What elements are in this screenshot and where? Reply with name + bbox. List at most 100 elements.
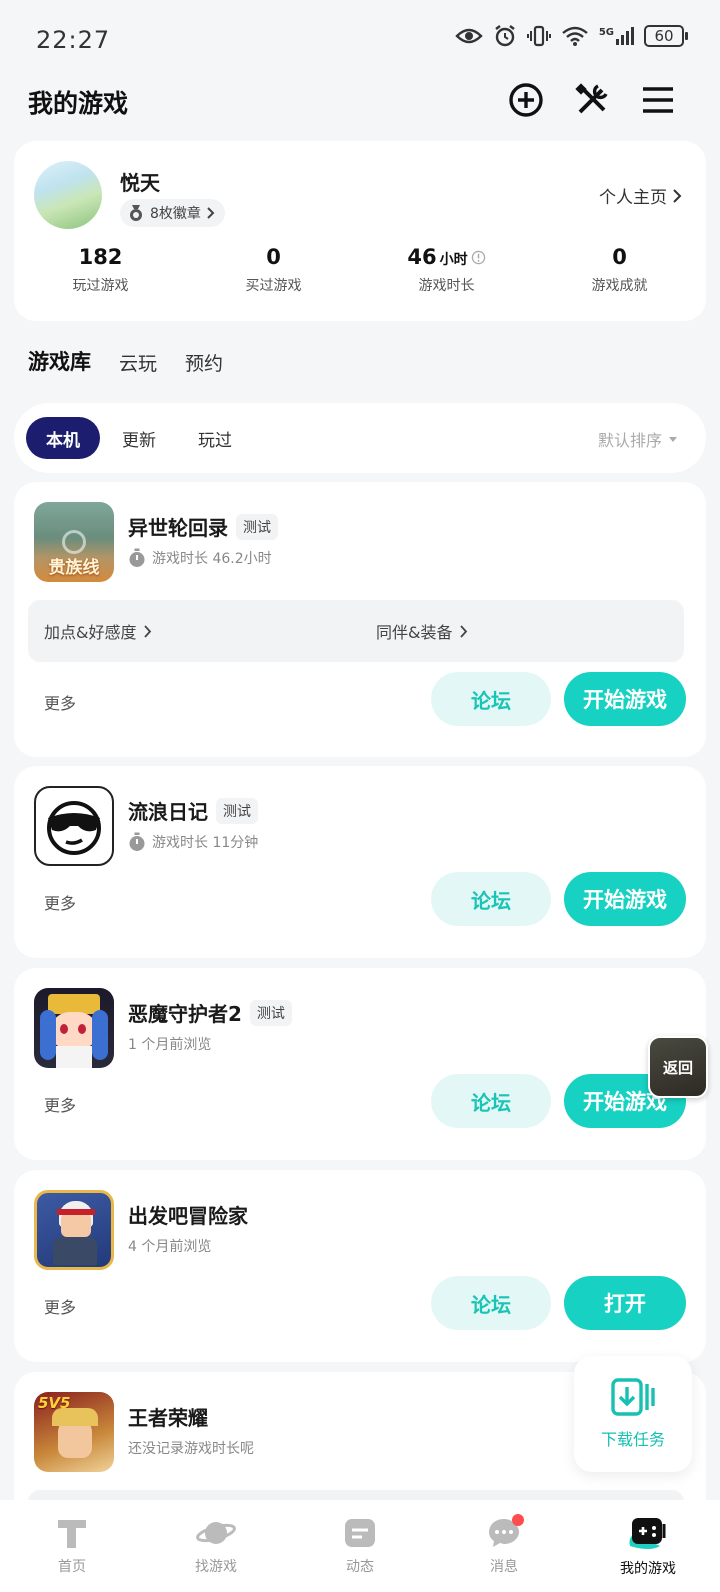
stat-value: 182 [78, 245, 123, 269]
game-icon[interactable] [34, 786, 114, 866]
caret-down-icon [669, 436, 677, 442]
test-tag: 测试 [216, 797, 258, 824]
game-title[interactable]: 出发吧冒险家 [128, 1200, 248, 1229]
start-game-button[interactable]: 开始游戏 [564, 672, 686, 726]
alarm-icon [495, 25, 515, 47]
more-button[interactable]: 更多 [44, 690, 76, 714]
more-button[interactable]: 更多 [44, 890, 76, 914]
nav-feed[interactable]: 动态 [288, 1500, 432, 1592]
game-card: 出发吧冒险家 4 个月前浏览 更多 论坛 打开 [14, 1170, 706, 1362]
library-tabs: 游戏库 云玩 预约 [28, 346, 223, 380]
game-icon[interactable]: 贵族线 [34, 502, 114, 582]
chevron-right-icon [144, 624, 152, 638]
game-title[interactable]: 流浪日记 测试 [128, 796, 258, 825]
game-title[interactable]: 王者荣耀 [128, 1402, 208, 1431]
download-tasks-label: 下载任务 [600, 1430, 665, 1449]
game-name: 流浪日记 [128, 800, 208, 824]
stat-unit: 小时 [439, 252, 468, 268]
home-icon [58, 1520, 86, 1548]
game-playtime: 游戏时长 46.2小时 [152, 551, 272, 567]
tools-button[interactable] [572, 80, 612, 120]
filter-bar: 本机 更新 玩过 默认排序 [14, 403, 706, 473]
stopwatch-icon [129, 832, 145, 851]
tools-icon [575, 83, 608, 114]
shortcut-companions[interactable]: 同伴&装备 [352, 600, 684, 662]
game-icon-text: 贵族线 [48, 558, 100, 578]
game-name: 异世轮回录 [128, 516, 228, 540]
stat-bought[interactable]: 0 买过游戏 [187, 245, 360, 295]
game-card: 恶魔守护者2 测试 1 个月前浏览 更多 论坛 开始游戏 [14, 968, 706, 1160]
app-root: 22:27 5G 60 我的游戏 悦天 8枚徽章 个人主页 182 玩过游戏 0… [0, 0, 720, 1592]
status-icons: 5G 60 [455, 24, 688, 48]
add-button[interactable] [506, 80, 546, 120]
chevron-right-icon [460, 624, 468, 638]
forum-button[interactable]: 论坛 [431, 672, 551, 726]
game-icon[interactable] [34, 1190, 114, 1270]
sort-label: 默认排序 [597, 431, 662, 450]
test-tag: 测试 [236, 513, 278, 540]
return-float-button[interactable]: 返回 [648, 1036, 708, 1098]
chevron-right-icon [673, 188, 682, 203]
nav-find-games[interactable]: 找游戏 [144, 1500, 288, 1592]
gamepad-icon [629, 1518, 666, 1549]
planet-icon [196, 1522, 236, 1544]
avatar[interactable] [34, 161, 102, 229]
game-name: 出发吧冒险家 [128, 1204, 248, 1228]
nav-label: 动态 [346, 1559, 374, 1575]
forum-button[interactable]: 论坛 [431, 1074, 551, 1128]
forum-button[interactable]: 论坛 [431, 1276, 551, 1330]
return-label: 返回 [662, 1058, 693, 1077]
start-game-button[interactable]: 开始游戏 [564, 872, 686, 926]
nav-label: 我的游戏 [620, 1561, 676, 1577]
stat-label: 买过游戏 [245, 278, 302, 294]
game-icon[interactable]: 5V5 [34, 1392, 114, 1472]
game-shortcuts: 加点&好感度 同伴&装备 [28, 600, 684, 662]
game-playtime: 游戏时长 11分钟 [152, 835, 259, 851]
badge-button[interactable]: 8枚徽章 [120, 199, 225, 227]
download-tasks-button[interactable]: 下载任务 [574, 1356, 692, 1472]
shortcut-stats[interactable]: 加点&好感度 [28, 600, 352, 662]
status-bar: 22:27 5G 60 [0, 0, 720, 78]
stat-playtime[interactable]: 46 小时 游戏时长 [360, 245, 533, 295]
tab-cloud[interactable]: 云玩 [119, 349, 157, 376]
chip-updates[interactable]: 更新 [102, 417, 176, 459]
network-type: 5G [598, 27, 614, 38]
forum-button[interactable]: 论坛 [431, 872, 551, 926]
game-last-viewed: 4 个月前浏览 [128, 1239, 212, 1255]
nav-label: 找游戏 [195, 1559, 237, 1575]
battery-indicator: 60 [644, 25, 688, 47]
chip-local[interactable]: 本机 [26, 417, 100, 459]
menu-button[interactable] [638, 80, 678, 120]
stat-label: 游戏时长 [418, 278, 475, 294]
homepage-link[interactable]: 个人主页 [599, 183, 682, 208]
nav-home[interactable]: 首页 [0, 1500, 144, 1592]
game-title[interactable]: 异世轮回录 测试 [128, 512, 278, 541]
game-subtitle: 1 个月前浏览 [128, 1034, 211, 1054]
cellular-signal: 5G [599, 27, 634, 45]
game-icon[interactable] [34, 988, 114, 1068]
profile-card: 悦天 8枚徽章 个人主页 182 玩过游戏 0 买过游戏 46 小时 游戏时长 … [14, 141, 706, 321]
game-title[interactable]: 恶魔守护者2 测试 [128, 998, 292, 1027]
stat-value: 46 [407, 245, 437, 269]
chip-played[interactable]: 玩过 [178, 417, 252, 459]
stat-achievements[interactable]: 0 游戏成就 [533, 245, 706, 295]
open-game-button[interactable]: 打开 [564, 1276, 686, 1330]
game-name: 恶魔守护者2 [128, 1002, 242, 1026]
tab-reservations[interactable]: 预约 [185, 349, 223, 376]
stat-label: 玩过游戏 [72, 278, 129, 294]
tab-library[interactable]: 游戏库 [28, 346, 91, 380]
app-header: 我的游戏 [0, 78, 720, 138]
nav-my-games[interactable]: 我的游戏 [576, 1500, 720, 1592]
stat-label: 游戏成就 [591, 278, 648, 294]
chevron-right-icon [207, 207, 215, 219]
more-button[interactable]: 更多 [44, 1294, 76, 1318]
more-button[interactable]: 更多 [44, 1092, 76, 1116]
stat-value: 0 [612, 245, 627, 269]
game-subtitle: 游戏时长 46.2小时 [128, 548, 272, 568]
shortcut-label: 加点&好感度 [44, 623, 137, 642]
game-name: 王者荣耀 [128, 1406, 208, 1430]
sort-dropdown[interactable]: 默认排序 [598, 427, 678, 451]
stat-played[interactable]: 182 玩过游戏 [14, 245, 187, 295]
nav-messages[interactable]: 消息 [432, 1500, 576, 1592]
bottom-nav: 首页 找游戏 动态 消息 我的游戏 [0, 1500, 720, 1592]
